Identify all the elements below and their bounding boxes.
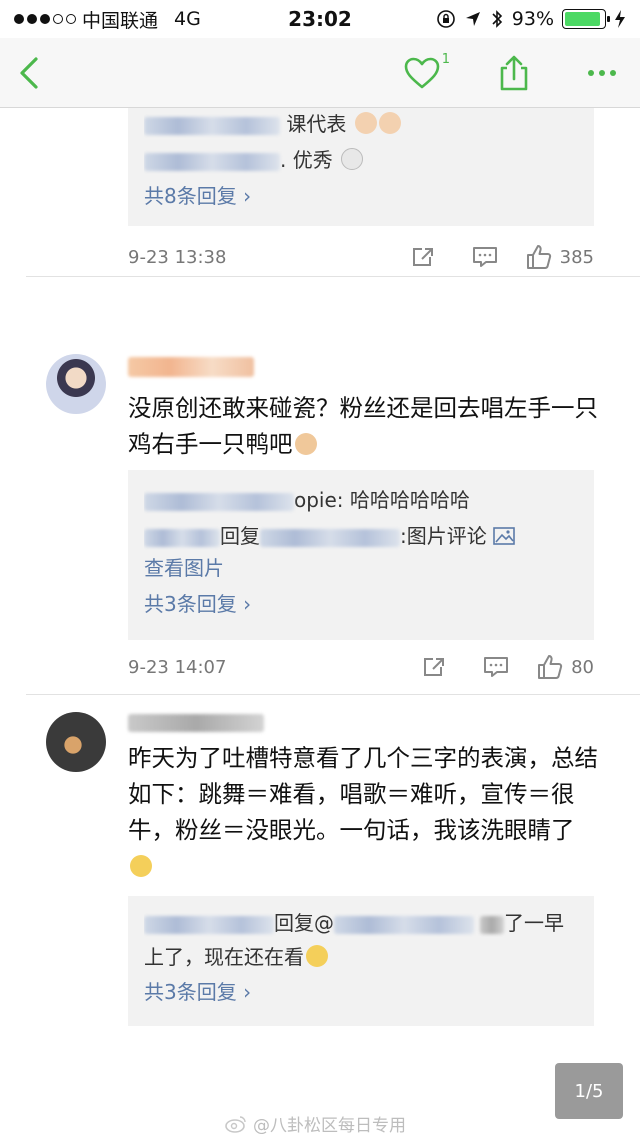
avatar[interactable] [46, 354, 106, 414]
comment-meta: 9-23 14:07 80 [128, 652, 594, 682]
comment-icon [484, 657, 509, 677]
back-icon [20, 56, 38, 89]
comment-date: 9-23 13:38 [128, 246, 227, 268]
repost-icon [424, 658, 445, 676]
reply-mid: 回复@ [274, 911, 334, 935]
divider [26, 276, 640, 277]
like-count: 1 [441, 51, 450, 67]
repost-icon [412, 248, 433, 266]
comments-list: 课代表 . 优秀 共8条回复 › 9-23 13:38 385 没原创还敢来碰瓷… [0, 106, 640, 1138]
nav-bar: 1 [0, 38, 640, 108]
reply-item: . 优秀 [144, 142, 578, 178]
medal-icon [341, 148, 364, 170]
battery-percent: 93% [511, 8, 554, 30]
view-image-link[interactable]: 查看图片 [144, 550, 578, 586]
username[interactable] [128, 356, 254, 380]
signal-icon [14, 14, 76, 24]
network-label: 4G [174, 8, 201, 30]
weibo-icon [225, 1115, 246, 1133]
like-button[interactable]: 1 [392, 52, 452, 90]
image-icon [493, 527, 515, 545]
thinking-emoji-icon [306, 945, 328, 967]
like-comment-button[interactable]: 80 [537, 654, 594, 680]
reply-text: . 优秀 [280, 148, 333, 172]
reply-item: 回复 :图片评论 [144, 518, 578, 554]
reply-box[interactable]: 课代表 . 优秀 共8条回复 › [128, 106, 594, 226]
like-comment-button[interactable]: 385 [526, 244, 594, 270]
clap-icon [378, 112, 401, 134]
share-icon [500, 55, 528, 90]
share-button[interactable] [484, 54, 544, 92]
reply-text: 课代表 [286, 112, 347, 136]
comment-button[interactable] [465, 656, 527, 678]
avatar[interactable] [46, 712, 106, 772]
page-indicator: 1/5 [555, 1063, 623, 1119]
username[interactable] [128, 712, 264, 736]
clap-icon [354, 112, 377, 134]
thumbs-up-icon [526, 245, 551, 269]
reply-item: 回复@ 了一早上了，现在还在看 [144, 906, 578, 974]
like-count: 385 [559, 246, 594, 268]
status-time: 23:02 [288, 7, 352, 31]
more-replies-link[interactable]: 共3条回复 › [144, 586, 578, 622]
comment-meta: 9-23 13:38 385 [128, 242, 594, 272]
reply-text: opie: 哈哈哈哈哈哈 [294, 488, 470, 512]
comment-button[interactable] [454, 246, 516, 268]
comment-icon [472, 247, 497, 267]
charging-icon [615, 10, 625, 28]
comment-text: 昨天为了吐槽特意看了几个三字的表演，总结如下：跳舞＝难看，唱歌＝难听，宣传＝很牛… [128, 740, 598, 884]
reply-box[interactable]: 回复@ 了一早上了，现在还在看 共3条回复 › [128, 896, 594, 1026]
repost-button[interactable] [392, 246, 454, 268]
orientation-lock-icon [436, 10, 455, 28]
watermark: @八卦松区每日专用 [225, 1111, 406, 1136]
location-icon [465, 12, 480, 26]
repost-button[interactable] [403, 656, 465, 678]
more-icon [588, 69, 616, 76]
comment-text: 没原创还敢来碰瓷？粉丝还是回去唱左手一只鸡右手一只鸭吧 [128, 394, 598, 458]
heart-icon [404, 57, 440, 88]
reply-mid: 回复 [220, 524, 260, 548]
reply-box[interactable]: opie: 哈哈哈哈哈哈 回复 :图片评论 查看图片 共3条回复 › [128, 470, 594, 640]
thumbs-up-icon [538, 655, 563, 679]
more-button[interactable] [582, 69, 622, 77]
battery-icon [562, 9, 610, 29]
bluetooth-icon [492, 10, 502, 28]
comment-date: 9-23 14:07 [128, 656, 227, 678]
laughing-emoji-icon [130, 855, 152, 877]
like-count: 80 [571, 656, 594, 678]
reply-item: 课代表 [144, 106, 578, 142]
back-button[interactable] [18, 53, 58, 93]
more-replies-link[interactable]: 共3条回复 › [144, 974, 578, 1010]
more-replies-link[interactable]: 共8条回复 › [144, 178, 578, 214]
reply-text: :图片评论 [400, 524, 487, 548]
carrier-label: 中国联通 [82, 9, 159, 32]
reply-item: opie: 哈哈哈哈哈哈 [144, 482, 578, 518]
handshake-icon [294, 433, 317, 455]
status-bar: 中国联通 4G 23:02 93% [0, 0, 640, 38]
divider [26, 694, 640, 695]
